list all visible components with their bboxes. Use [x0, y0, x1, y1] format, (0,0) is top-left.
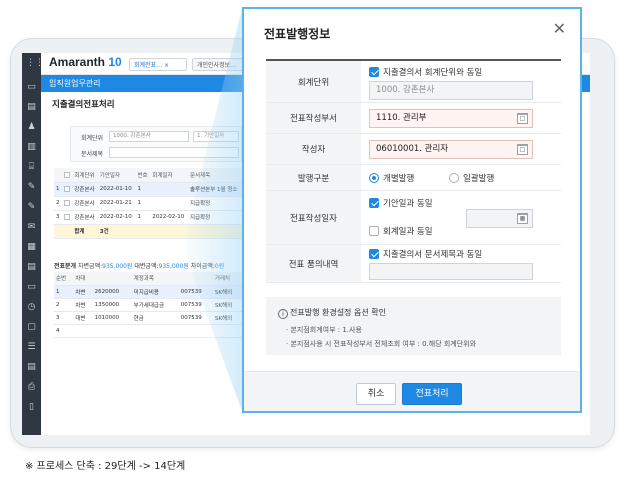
board-icon[interactable]: ▤ [26, 263, 37, 272]
approval-icon[interactable]: ⌸ [26, 163, 37, 172]
col-check[interactable] [61, 168, 73, 183]
writer-row: 작성자 06010001. 관리자 □ [266, 134, 561, 165]
building-icon[interactable]: ▥ [26, 143, 37, 152]
cancel-button[interactable]: 취소 [356, 383, 396, 405]
unit-same-label: 지출결의서 회계단위와 동일 [383, 68, 483, 78]
journal-table: 순번 차대 계정과목 거래처 1 차변 2620000 미지급비용 007539… [54, 272, 242, 338]
issue-type-label: 발행구분 [266, 165, 361, 190]
grid-menu-icon[interactable]: ⋮⋮ [26, 59, 44, 68]
document-icon[interactable]: ▤ [26, 103, 37, 112]
unit-filter-select[interactable]: 1000. 강촌본사 [109, 131, 189, 142]
issue-type-row: 발행구분 개별발행 일괄발행 [266, 165, 561, 191]
writer-label: 작성자 [266, 134, 361, 164]
radio-individual-label: 개별발행 [383, 174, 415, 184]
calendar-icon[interactable]: ▦ [517, 213, 528, 224]
info-icon: i [278, 309, 288, 319]
date-field[interactable]: ▦ [466, 209, 533, 228]
memo-label: 전표 품의내역 [266, 245, 361, 282]
table-row[interactable]: 3 강촌본사 2022-02-10 1 2022-02-10 지급확정 [54, 210, 242, 225]
sum-row: 합계 3건 [54, 224, 242, 239]
chat-icon[interactable]: ▢ [26, 323, 37, 332]
search-icon[interactable]: □ [517, 113, 528, 124]
subject-filter-input[interactable] [109, 147, 239, 158]
write-date-label: 전표작성일자 [266, 191, 361, 244]
list-icon[interactable]: ☰ [26, 343, 37, 352]
dialog-footer: 취소 전표처리 [244, 371, 580, 411]
report-icon[interactable]: ▤ [26, 363, 37, 372]
table-row[interactable]: 2 강촌본사 2022-01-21 1 지급확정 [54, 196, 242, 211]
calendar-icon[interactable]: ▦ [26, 243, 37, 252]
tab-voucher[interactable]: 회계전표… × [129, 58, 187, 71]
radio-batch-label: 일괄발행 [463, 174, 495, 184]
close-icon[interactable]: ✕ [553, 19, 566, 38]
monitor-icon[interactable]: ▭ [26, 83, 37, 92]
left-icon-rail: ⋮⋮ ▭ ▤ ♟ ▥ ⌸ ✎ ✎ ✉ ▦ ▤ ▭ ◷ ▢ ☰ ▤ ⎙ ▯ [22, 53, 44, 435]
journal-summary: 전표분개 차변금액:935,000원 대변금액:935,000원 차이금액:0원 [54, 263, 225, 270]
users-icon[interactable]: ♟ [26, 123, 37, 132]
folder-icon[interactable]: ▭ [26, 283, 37, 292]
pen2-icon[interactable]: ✎ [26, 203, 37, 212]
table-row[interactable]: 4 [54, 324, 242, 338]
draft-date-checkbox[interactable] [369, 198, 379, 208]
menu-title: 임직원업무관리 [49, 79, 101, 88]
unit-field[interactable]: 1000. 강촌본사 [369, 81, 533, 100]
caption-text: ※ 프로세스 단축 : 29단계 -> 14단계 [25, 461, 186, 472]
writer-dept-label: 전표작성부서 [266, 103, 361, 133]
settings-notice: i 전표발행 환경설정 옵션 확인 · 본지점회계여부 : 1.사용 · 본지점사… [266, 297, 561, 355]
dialog-form: 회계단위 지출결의서 회계단위와 동일 1000. 강촌본사 전표작성부서 11… [266, 59, 561, 283]
notice-line-2: · 본지점사용 시 전표작성부서 전체조회 여부 : 0.해당 회계단위와 [286, 340, 477, 348]
col-num [54, 168, 62, 183]
page-title: 지출결의전표처리 [52, 100, 115, 110]
writer-dept-field[interactable]: 1110. 관리부 □ [369, 109, 533, 128]
memo-field[interactable] [369, 263, 533, 280]
write-date-row: 전표작성일자 기안일과 동일 ▦ 회계일과 동일 [266, 191, 561, 245]
notice-title: 전표발행 환경설정 옵션 확인 [290, 308, 386, 317]
unit-row: 회계단위 지출결의서 회계단위와 동일 1000. 강촌본사 [266, 61, 561, 103]
col-acct-date: 회계일자 [150, 168, 188, 183]
table-row[interactable]: 3 대변 1010000 현금 007539 SK해외 [54, 311, 242, 325]
notice-line-1: · 본지점회계여부 : 1.사용 [286, 326, 362, 334]
memo-same-checkbox[interactable] [369, 249, 379, 259]
voucher-issue-dialog: 전표발행정보 ✕ 회계단위 지출결의서 회계단위와 동일 1000. 강촌본사 … [242, 7, 582, 413]
table-row[interactable]: 1 차변 2620000 미지급비용 007539 SK해외 [54, 285, 242, 299]
memo-row: 전표 품의내역 지출결의서 문서제목과 동일 [266, 245, 561, 283]
table-row[interactable]: 2 차변 1350000 부가세대급금 007539 SK해외 [54, 298, 242, 312]
unit-label: 회계단위 [266, 61, 361, 102]
clock-icon[interactable]: ◷ [26, 303, 37, 312]
memo-same-label: 지출결의서 문서제목과 동일 [383, 250, 483, 260]
print-icon[interactable]: ⎙ [26, 383, 37, 392]
col-title: 문서제목 [187, 168, 242, 183]
app-logo[interactable]: Amaranth 10 [49, 55, 122, 69]
table-row[interactable]: 1 강촌본사 2022-01-10 1 솔루션본부 1월 청소 [54, 182, 242, 197]
col-unit: 회계단위 [72, 168, 98, 183]
radio-batch[interactable] [449, 173, 459, 183]
subject-filter-label: 문서제목 [81, 151, 104, 158]
pen-icon[interactable]: ✎ [26, 183, 37, 192]
period-select[interactable]: 1. 기안일자 [193, 131, 239, 142]
account-date-label: 회계일과 동일 [383, 227, 433, 237]
col-no: 번호 [135, 168, 151, 183]
tablet-icon[interactable]: ▯ [26, 403, 37, 412]
dialog-title: 전표발행정보 [264, 27, 331, 41]
document-table: 회계단위 기안일자 번호 회계일자 문서제목 1 강촌본사 2022-01-10… [54, 168, 242, 239]
process-voucher-button[interactable]: 전표처리 [402, 383, 462, 405]
draft-date-label: 기안일과 동일 [383, 199, 433, 209]
mail-icon[interactable]: ✉ [26, 223, 37, 232]
writer-field[interactable]: 06010001. 관리자 □ [369, 140, 533, 159]
unit-same-checkbox[interactable] [369, 67, 379, 77]
search-icon[interactable]: □ [517, 144, 528, 155]
radio-individual[interactable] [369, 173, 379, 183]
filter-box: 회계단위 1000. 강촌본사 1. 기안일자 문서제목 [70, 126, 242, 162]
account-date-checkbox[interactable] [369, 226, 379, 236]
writer-dept-row: 전표작성부서 1110. 관리부 □ [266, 103, 561, 134]
unit-filter-label: 회계단위 [81, 135, 104, 142]
col-draft-date: 기안일자 [97, 168, 136, 183]
